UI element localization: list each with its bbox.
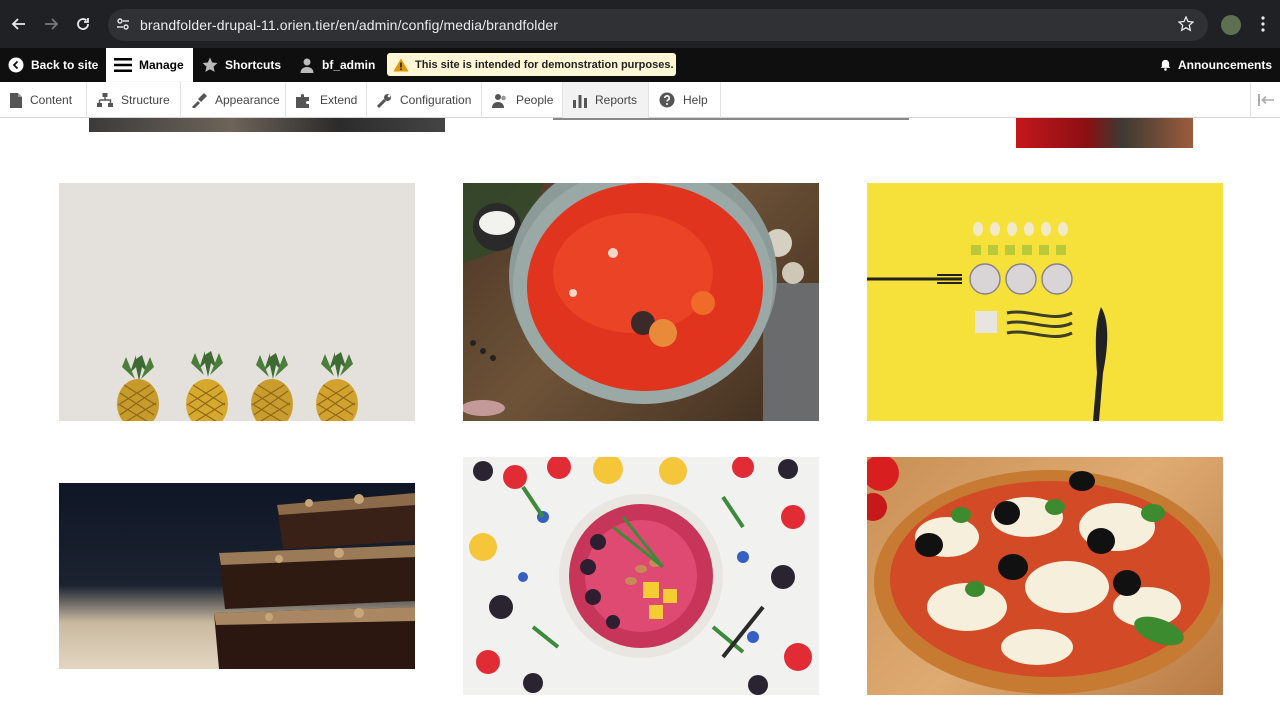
- hamburger-icon: [114, 58, 132, 72]
- tray-label: Structure: [121, 93, 170, 107]
- fruit-bowl-icon: [469, 457, 812, 695]
- url-text[interactable]: brandfolder-drupal-11.orien.tier/en/admi…: [140, 17, 558, 33]
- tray-item-configuration[interactable]: Configuration: [367, 82, 482, 118]
- profile-avatar[interactable]: [1221, 15, 1241, 35]
- yellow-flatlay-icon: [867, 222, 1108, 421]
- document-icon: [10, 92, 22, 108]
- warning-icon: [393, 58, 409, 71]
- help-icon: [659, 92, 675, 108]
- partial-image-tile[interactable]: [1016, 118, 1193, 148]
- tray-label: Help: [683, 93, 708, 107]
- bar-chart-icon: [573, 94, 587, 108]
- image-tile-brownies[interactable]: [59, 483, 415, 669]
- tray-item-people[interactable]: People: [482, 82, 563, 118]
- tray-label: People: [516, 93, 554, 107]
- back-arrow-icon[interactable]: [8, 13, 30, 35]
- tray-collapse-button[interactable]: [1250, 82, 1280, 118]
- tray-item-help[interactable]: Help: [649, 82, 721, 118]
- partial-image-tile[interactable]: [89, 118, 445, 132]
- tray-item-extend[interactable]: Extend: [286, 82, 367, 118]
- tray-item-content[interactable]: Content: [0, 82, 87, 118]
- pineapples-icon: [117, 351, 358, 421]
- image-tile-pizza[interactable]: [867, 457, 1223, 695]
- manage-label: Manage: [139, 58, 184, 72]
- image-tile-pineapples[interactable]: [59, 183, 415, 421]
- collapse-icon: [1257, 94, 1274, 106]
- partial-image-tile[interactable]: [553, 118, 909, 120]
- wrench-icon: [377, 93, 391, 108]
- tray-label: Configuration: [400, 93, 472, 107]
- tray-item-appearance[interactable]: Appearance: [181, 82, 286, 118]
- tray-label: Reports: [595, 93, 638, 107]
- pizza-icon: [867, 457, 1223, 694]
- tray-label: Extend: [320, 93, 358, 107]
- star-icon: [202, 57, 218, 72]
- manage-tab[interactable]: Manage: [106, 48, 193, 82]
- announcements-tab[interactable]: Announcements: [1160, 48, 1272, 82]
- image-tile-tomato-soup[interactable]: [463, 183, 819, 421]
- tray-label: Content: [30, 93, 73, 107]
- forward-arrow-icon[interactable]: [40, 13, 62, 35]
- tray-item-reports[interactable]: Reports: [563, 82, 649, 118]
- bookmark-star-icon[interactable]: [1177, 15, 1195, 37]
- puzzle-icon: [296, 93, 309, 108]
- brownies-icon: [214, 493, 415, 669]
- user-label: bf_admin: [322, 58, 376, 72]
- shortcuts-label: Shortcuts: [225, 58, 282, 72]
- back-to-site-link[interactable]: Back to site: [0, 48, 104, 82]
- reload-icon[interactable]: [72, 13, 94, 35]
- back-to-site-label: Back to site: [31, 58, 99, 72]
- bell-icon: [1160, 59, 1171, 71]
- site-info-icon[interactable]: [116, 17, 130, 36]
- tomato-soup-icon: [463, 183, 819, 421]
- people-icon: [492, 93, 506, 108]
- paintbrush-icon: [192, 92, 207, 108]
- structure-icon: [97, 92, 113, 107]
- shortcuts-tab[interactable]: Shortcuts: [202, 48, 292, 82]
- tray-label: Appearance: [215, 93, 280, 107]
- browser-menu-icon[interactable]: [1258, 15, 1268, 38]
- media-gallery: [0, 118, 1280, 720]
- image-tile-flatlay[interactable]: [867, 183, 1223, 421]
- demo-notice: This site is intended for demonstration …: [387, 53, 676, 76]
- image-tile-fruit-bowl[interactable]: [463, 457, 819, 695]
- back-circle-icon: [8, 57, 24, 73]
- tray-item-structure[interactable]: Structure: [87, 82, 181, 118]
- user-icon: [300, 58, 314, 73]
- demo-notice-text: This site is intended for demonstration …: [415, 58, 674, 71]
- announcements-label: Announcements: [1177, 58, 1272, 72]
- user-tab[interactable]: bf_admin: [299, 48, 379, 82]
